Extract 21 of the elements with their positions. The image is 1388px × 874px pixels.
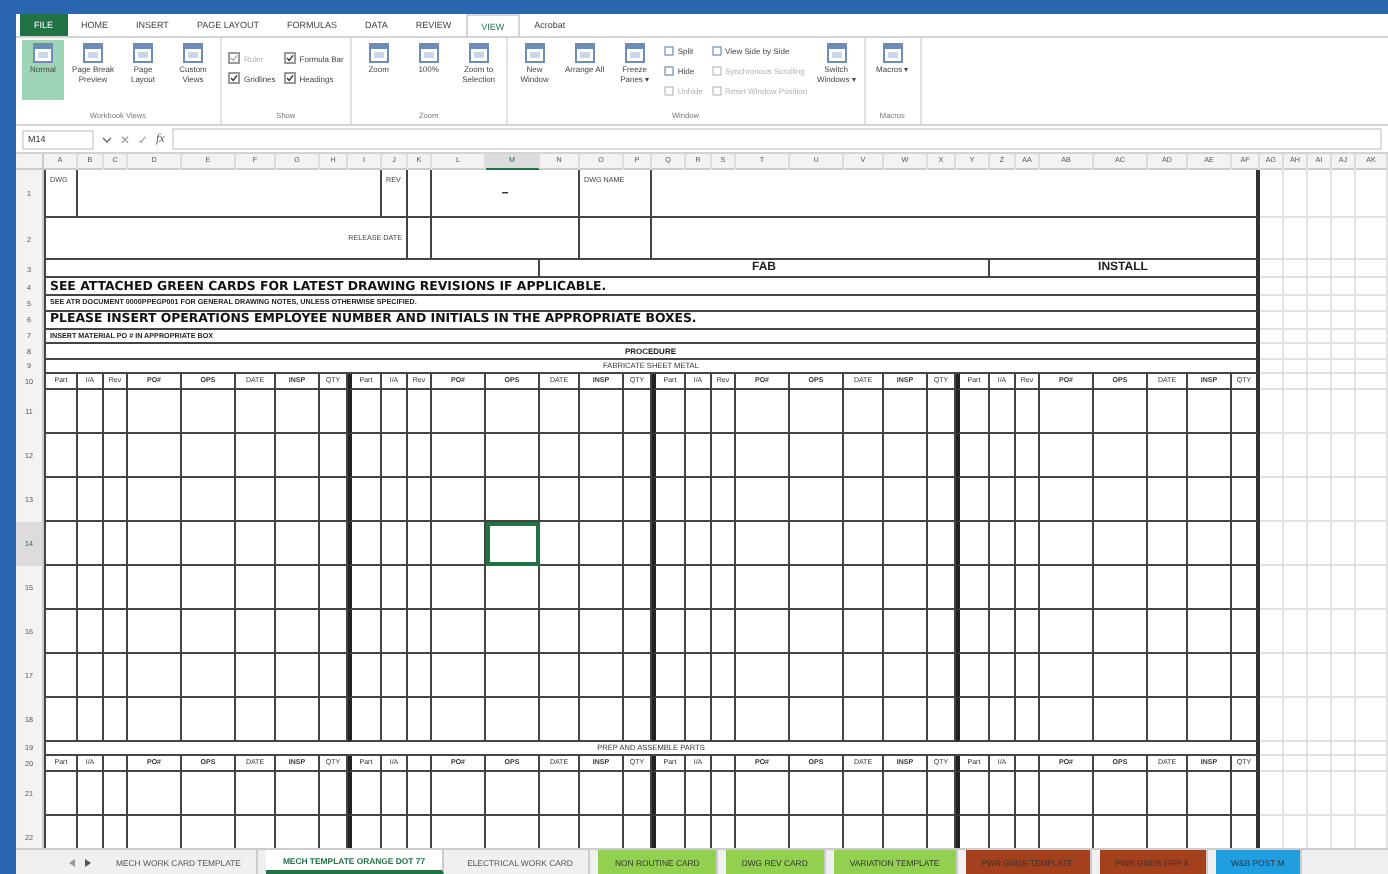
window-icon <box>467 42 490 64</box>
window-icon <box>623 42 646 64</box>
window-icon <box>132 42 154 64</box>
window-icon <box>367 42 390 64</box>
formula-input[interactable] <box>172 128 1382 150</box>
checkmark-icon <box>230 74 238 82</box>
window-icon <box>881 42 904 64</box>
active-cell[interactable] <box>486 521 540 565</box>
window-icon <box>573 42 596 64</box>
window-icon <box>523 42 546 64</box>
window-icon <box>182 42 204 64</box>
previous-sheet-icon <box>68 857 76 867</box>
checkmark-icon <box>230 54 238 62</box>
caret-icon <box>102 135 112 143</box>
window-icon <box>417 42 440 64</box>
window-icon <box>32 42 54 64</box>
checkmark-icon <box>285 74 294 82</box>
checkmark-icon <box>285 54 294 62</box>
next-sheet-icon <box>84 857 92 867</box>
window-icon <box>82 42 104 64</box>
window-icon <box>825 42 848 64</box>
